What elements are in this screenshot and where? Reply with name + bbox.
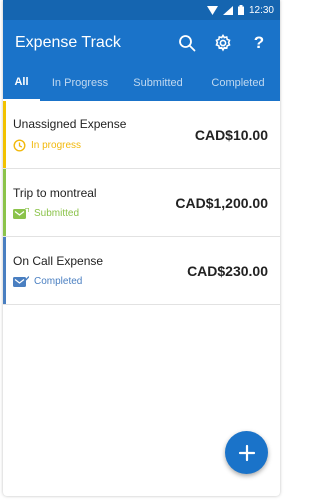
submitted-icon (13, 207, 29, 219)
add-expense-button[interactable] (225, 431, 268, 474)
tab-submitted[interactable]: Submitted (120, 65, 196, 101)
tab-in-progress[interactable]: In Progress (40, 65, 120, 101)
plus-icon (238, 444, 255, 461)
expense-amount: CAD$10.00 (194, 126, 268, 143)
status-time: 12:30 (248, 4, 274, 16)
gear-icon[interactable] (212, 32, 234, 54)
expense-row-unassigned[interactable]: Unassigned Expense In progress CAD$10.00 (3, 101, 280, 169)
clock-icon (13, 139, 26, 152)
completed-icon (13, 275, 29, 287)
search-icon[interactable] (176, 32, 198, 54)
status-color-bar (3, 101, 6, 168)
expense-row-trip[interactable]: Trip to montreal Submitted CAD$1,200.00 (3, 169, 280, 237)
phone-screen: 12:30 Expense Track ? All In Progress Su… (3, 0, 280, 496)
wifi-icon (206, 5, 218, 15)
expense-list: Unassigned Expense In progress CAD$10.00… (3, 101, 280, 305)
expense-amount: CAD$230.00 (187, 262, 268, 279)
tab-completed[interactable]: Completed (196, 65, 280, 101)
expense-status: In progress (31, 140, 82, 151)
help-icon[interactable]: ? (248, 32, 270, 54)
signal-icon (222, 5, 233, 15)
expense-status: Completed (34, 276, 83, 287)
expense-status: Submitted (34, 208, 80, 219)
app-bar: Expense Track ? (3, 20, 280, 65)
expense-name: On Call Expense (13, 253, 104, 268)
status-color-bar (3, 237, 6, 304)
expense-name: Unassigned Expense (13, 117, 127, 131)
battery-icon (237, 5, 244, 15)
status-bar: 12:30 (3, 0, 280, 20)
expense-name: Trip to montreal (13, 185, 97, 200)
tab-all[interactable]: All (3, 65, 40, 101)
expense-amount: CAD$1,200.00 (175, 194, 268, 211)
expense-row-on-call[interactable]: On Call Expense Completed CAD$230.00 (3, 237, 280, 305)
app-title: Expense Track (15, 33, 121, 51)
tab-bar: All In Progress Submitted Completed (3, 65, 280, 101)
status-color-bar (3, 169, 6, 236)
